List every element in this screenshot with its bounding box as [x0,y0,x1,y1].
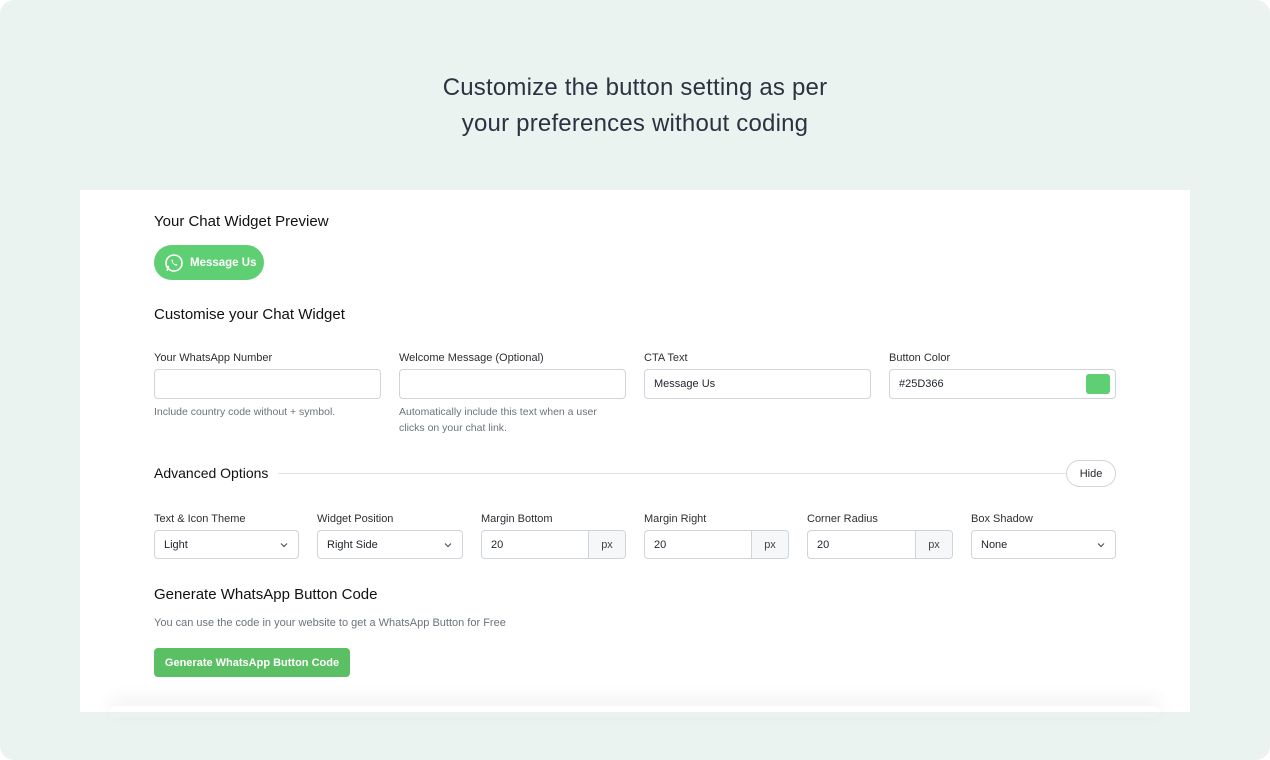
generate-description: You can use the code in your website to … [154,617,506,629]
panel-bottom-shadow [110,706,1160,718]
theme-value: Light [164,538,188,551]
preview-button-label: Message Us [190,256,257,269]
generate-code-button[interactable]: Generate WhatsApp Button Code [154,648,350,677]
widget-settings-panel: Your Chat Widget Preview Message Us Cust… [80,190,1190,712]
position-value: Right Side [327,538,378,551]
chevron-down-icon [444,542,452,547]
corner-radius-value[interactable]: 20 [808,531,915,558]
whatsapp-icon [164,253,184,273]
preview-title: Your Chat Widget Preview [154,213,329,230]
hide-advanced-button[interactable]: Hide [1066,460,1116,487]
welcome-message-label: Welcome Message (Optional) [399,352,544,364]
button-color-input[interactable]: #25D366 [889,369,1116,399]
position-select[interactable]: Right Side [317,530,463,559]
margin-bottom-input[interactable]: 20 px [481,530,626,559]
button-color-value: #25D366 [899,378,944,390]
theme-select[interactable]: Light [154,530,299,559]
page-headline: Customize the button setting as per your… [0,70,1270,142]
page-background: Customize the button setting as per your… [0,0,1270,760]
color-swatch[interactable] [1086,374,1110,394]
advanced-divider [278,473,1066,474]
welcome-message-input[interactable] [399,369,626,399]
welcome-message-help-line-1: Automatically include this text when a u… [399,406,597,418]
headline-line-1: Customize the button setting as per [442,74,828,101]
margin-right-label: Margin Right [644,513,707,525]
chevron-down-icon [1097,542,1105,547]
whatsapp-number-input[interactable] [154,369,381,399]
theme-label: Text & Icon Theme [154,513,246,525]
margin-bottom-unit: px [588,531,625,558]
margin-right-unit: px [751,531,788,558]
customise-title: Customise your Chat Widget [154,306,345,323]
margin-right-input[interactable]: 20 px [644,530,789,559]
box-shadow-value: None [981,538,1008,551]
margin-bottom-value[interactable]: 20 [482,531,588,558]
button-color-label: Button Color [889,352,951,364]
welcome-message-help: Automatically include this text when a u… [399,404,597,436]
whatsapp-number-label: Your WhatsApp Number [154,352,273,364]
corner-radius-input[interactable]: 20 px [807,530,953,559]
headline-line-2: your preferences without coding [461,110,809,137]
chevron-down-icon [280,542,288,547]
whatsapp-number-help: Include country code without + symbol. [154,406,336,418]
box-shadow-select[interactable]: None [971,530,1116,559]
cta-text-input[interactable]: Message Us [644,369,871,399]
corner-radius-label: Corner Radius [807,513,878,525]
corner-radius-unit: px [915,531,952,558]
generate-title: Generate WhatsApp Button Code [154,586,378,603]
welcome-message-help-line-2: clicks on your chat link. [399,422,507,434]
margin-right-value[interactable]: 20 [645,531,751,558]
advanced-options-title: Advanced Options [154,465,269,481]
margin-bottom-label: Margin Bottom [481,513,553,525]
position-label: Widget Position [317,513,394,525]
box-shadow-label: Box Shadow [971,513,1033,525]
preview-message-button[interactable]: Message Us [154,245,264,280]
cta-text-label: CTA Text [644,352,688,364]
